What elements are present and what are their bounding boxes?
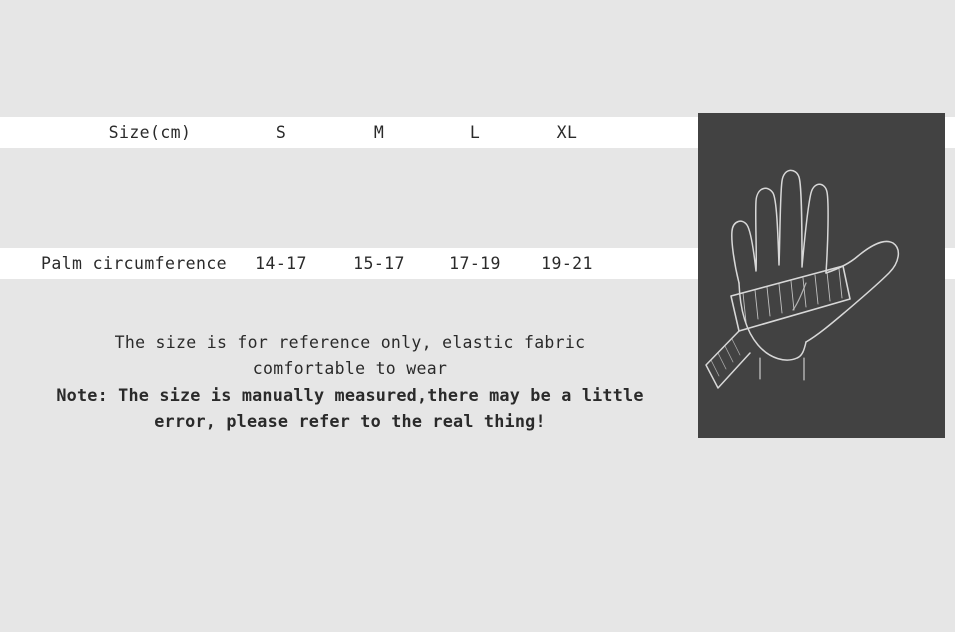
note-line-comfort: comfortable to wear: [252, 359, 448, 378]
size-table-header-xl: XL: [556, 123, 578, 142]
palm-circumference-label: Palm circumference: [40, 254, 227, 273]
note-line-measurement: Note: The size is manually measured,ther…: [56, 385, 644, 405]
palm-circumference-m: 15-17: [353, 254, 405, 273]
size-table-header-m: M: [373, 123, 385, 142]
notes-block: The size is for reference only, elastic …: [0, 330, 700, 434]
hand-with-measuring-tape-icon: [705, 169, 900, 389]
palm-circumference-xl: 19-21: [541, 254, 593, 273]
size-table-header-label: Size(cm): [108, 123, 192, 142]
note-line-error: error, please refer to the real thing!: [154, 411, 546, 431]
size-table-header-s: S: [275, 123, 287, 142]
size-table-header-row: Size(cm) S M L XL: [0, 117, 700, 148]
palm-circumference-s: 14-17: [255, 254, 307, 273]
table-row: Palm circumference 14-17 15-17 17-19 19-…: [0, 248, 700, 279]
note-line-reference: The size is for reference only, elastic …: [114, 333, 586, 352]
palm-circumference-l: 17-19: [449, 254, 501, 273]
size-chart-page: Size(cm) S M L XL Palm circumference 14-…: [0, 0, 955, 632]
size-table-header-l: L: [469, 123, 481, 142]
hand-measurement-illustration: [698, 113, 945, 438]
